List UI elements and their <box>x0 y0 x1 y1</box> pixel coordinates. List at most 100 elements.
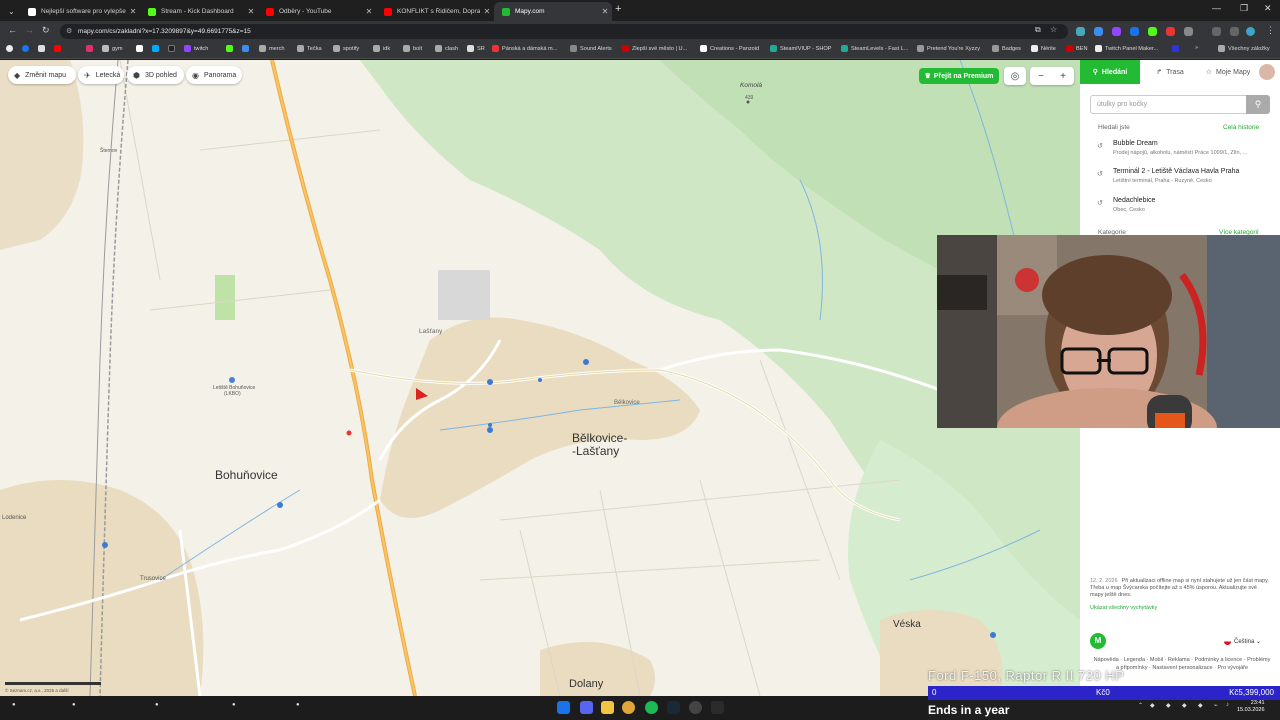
tab-search-button[interactable]: ⌄ <box>0 2 20 21</box>
address-bar[interactable]: ⚙ mapy.com/cs/zakladni?x=17.3209897&y=49… <box>60 24 1068 39</box>
extension-icon[interactable] <box>1130 27 1139 36</box>
bookmark-icon-only[interactable] <box>168 45 178 52</box>
bookmark-folder-idk[interactable]: idk <box>373 45 390 52</box>
zoom-out-button[interactable]: − <box>1030 71 1052 82</box>
back-icon[interactable]: ← <box>8 25 17 35</box>
taskbar-icon[interactable]: ● <box>296 702 300 708</box>
tab-youtube-video[interactable]: KONFLIKT s Řidičem, Dopravní ✕ <box>376 2 494 21</box>
tab-youtube[interactable]: Odběry - YouTube ✕ <box>258 2 376 21</box>
bookmark-twitch-panel-maker[interactable]: Twitch Panel Maker... <box>1095 45 1158 52</box>
bookmark-sr[interactable]: SR <box>467 45 485 52</box>
place-label-lastany-part[interactable]: -Lašťany <box>572 444 619 458</box>
language-select[interactable]: Čeština ⌄ <box>1224 638 1261 645</box>
maximize-icon[interactable]: ❐ <box>1240 3 1248 14</box>
minimize-icon[interactable]: — <box>1212 3 1221 13</box>
taskbar-icon[interactable]: ● <box>12 702 16 708</box>
history-item[interactable]: ↺ Nedachlebice Obec, Česko <box>1097 197 1272 219</box>
menu-icon[interactable]: ⋮ <box>1266 25 1275 36</box>
forward-icon[interactable]: → <box>25 25 34 35</box>
reload-icon[interactable]: ↻ <box>42 25 50 36</box>
tray-icon[interactable]: ◆ <box>1198 702 1203 709</box>
bookmark-icon-only[interactable] <box>38 45 48 52</box>
bookmark-folder-spotify[interactable]: spotify <box>333 45 359 52</box>
bookmark-steamlvlup[interactable]: SteamIVIUP - SHOP <box>770 45 832 52</box>
bookmark-zlepsi-mesto[interactable]: Zlepši své město | U... <box>622 45 687 52</box>
extension-icon[interactable] <box>1112 27 1121 36</box>
bookmark-twitch[interactable]: twitch <box>184 45 208 52</box>
spotify-icon[interactable] <box>645 701 658 714</box>
place-label-trusovice[interactable]: Trusovice <box>140 576 166 582</box>
place-label-belkovice[interactable]: Bělkovice- <box>572 431 627 445</box>
change-map-button[interactable]: ◆ Změnit mapu <box>8 66 76 84</box>
full-history-link[interactable]: Celá historie <box>1223 124 1259 131</box>
system-clock[interactable]: 23:41 15.03.2026 <box>1237 700 1265 714</box>
tab-software[interactable]: Nejlepší software pro vylepšen ✕ <box>20 2 140 21</box>
network-icon[interactable]: ⌁ <box>1214 702 1218 709</box>
taskbar-icon[interactable]: ● <box>72 702 76 708</box>
history-item[interactable]: ↺ Bubble Dream Prodej nápojů, alkoholu, … <box>1097 140 1272 162</box>
bookmark-badges[interactable]: Badges <box>992 45 1021 52</box>
close-icon[interactable]: ✕ <box>480 7 494 16</box>
all-features-link[interactable]: Ukázat všechny vychytávky <box>1090 605 1157 611</box>
site-info-icon[interactable]: ⚙ <box>66 24 72 39</box>
premium-button[interactable]: ♛ Přejít na Premium <box>919 68 999 84</box>
search-submit-button[interactable]: ⚲ <box>1246 95 1270 114</box>
obs-icon[interactable] <box>689 701 702 714</box>
sidebar-icon[interactable] <box>1230 27 1239 36</box>
bookmark-icon-only[interactable] <box>226 45 236 52</box>
bookmark-icon-only[interactable] <box>152 45 162 52</box>
bookmark-folder-merch[interactable]: merch <box>259 45 285 52</box>
place-label-lastany[interactable]: Lašťany <box>419 328 442 335</box>
place-label-bohunovice[interactable]: Bohuňovice <box>215 468 278 482</box>
close-icon[interactable]: ✕ <box>244 7 258 16</box>
place-label-belkovice-small[interactable]: Bělkovice <box>614 400 640 406</box>
extension-icon[interactable] <box>1094 27 1103 36</box>
zoom-in-button[interactable]: + <box>1052 71 1074 82</box>
tab-route[interactable]: ↱ Trasa <box>1140 60 1200 84</box>
user-avatar[interactable] <box>1256 60 1278 84</box>
taskbar-icon[interactable]: ● <box>155 702 159 708</box>
close-icon[interactable]: ✕ <box>598 7 612 16</box>
history-item[interactable]: ↺ Terminál 2 - Letiště Václava Havla Pra… <box>1097 168 1272 190</box>
place-label-sternov[interactable]: Šternov <box>100 148 117 154</box>
tab-search[interactable]: ⚲ Hledání <box>1080 60 1140 84</box>
panorama-button[interactable]: ◉ Panorama <box>186 66 242 84</box>
map-canvas[interactable]: Bohuňovice Bělkovice- -Lašťany Bělkovice… <box>0 60 1080 696</box>
file-explorer-icon[interactable] <box>601 701 614 714</box>
bookmark-nerite[interactable]: Nérite <box>1031 45 1056 52</box>
bookmarks-overflow-icon[interactable]: » <box>1195 45 1198 51</box>
place-label-dolany[interactable]: Dolany <box>569 678 603 690</box>
bookmark-folder-tecka[interactable]: Tečka <box>297 45 322 52</box>
chrome-icon[interactable] <box>622 701 635 714</box>
tab-mapy[interactable]: Mapy.com ✕ <box>494 2 612 21</box>
bookmark-icon-only[interactable] <box>86 45 96 52</box>
close-icon[interactable]: ✕ <box>126 7 140 16</box>
profile-avatar[interactable] <box>1246 27 1255 36</box>
bookmark-icon-only[interactable] <box>1172 45 1182 52</box>
bookmark-xyzzy[interactable]: Pretend You're Xyzzy <box>917 45 980 52</box>
bookmark-icon-only[interactable] <box>136 45 146 52</box>
extension-icon[interactable] <box>1148 27 1157 36</box>
new-tab-button[interactable]: + <box>615 3 621 15</box>
bookmark-steamlevels[interactable]: SteamLevels - Fast L... <box>841 45 909 52</box>
3d-view-button[interactable]: ⬢ 3D pohled <box>127 66 184 84</box>
tray-icon[interactable]: ◆ <box>1182 702 1187 709</box>
bookmark-folder-clash[interactable]: clash <box>435 45 458 52</box>
bookmark-icon-only[interactable] <box>242 45 252 52</box>
bookmark-sound-alerts[interactable]: Sound Alerts <box>570 45 612 52</box>
tray-chevron-icon[interactable]: ⌃ <box>1138 702 1143 709</box>
star-icon[interactable]: ☆ <box>1050 25 1057 34</box>
locate-me-button[interactable]: ◎ <box>1004 67 1026 85</box>
tray-icon[interactable]: ◆ <box>1166 702 1171 709</box>
bookmark-gym[interactable]: gym <box>102 45 123 52</box>
aerial-map-button[interactable]: ✈ Letecká <box>78 66 124 84</box>
bookmark-folder-bolt[interactable]: bolt <box>403 45 422 52</box>
close-icon[interactable]: ✕ <box>362 7 376 16</box>
place-label-lodenice[interactable]: Lodenice <box>2 515 26 521</box>
download-icon[interactable] <box>1212 27 1221 36</box>
volume-icon[interactable]: ♪ <box>1226 702 1229 708</box>
bookmark-icon-only[interactable] <box>6 45 16 52</box>
close-window-icon[interactable]: ✕ <box>1264 3 1272 14</box>
extensions-puzzle-icon[interactable] <box>1184 27 1193 36</box>
extension-icon[interactable] <box>1076 27 1085 36</box>
